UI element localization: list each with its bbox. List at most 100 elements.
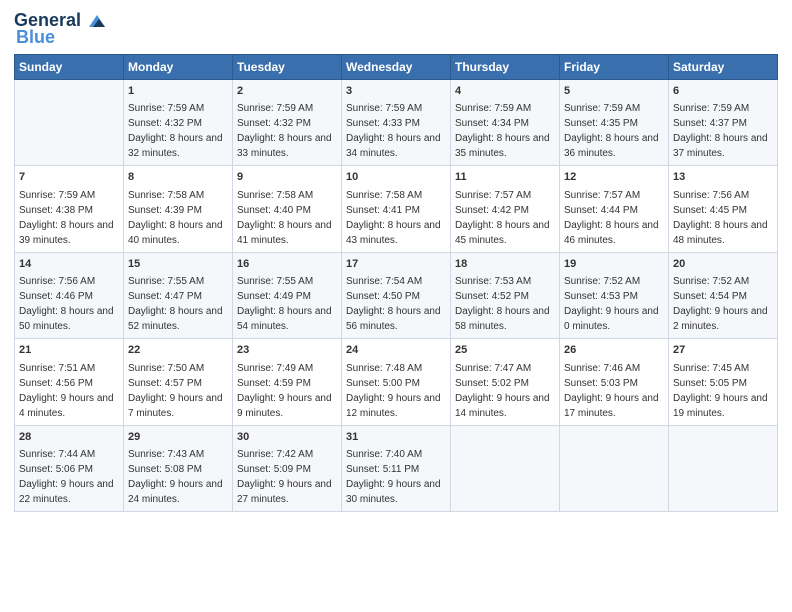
daylight-text: Daylight: 8 hours and 32 minutes. xyxy=(128,133,223,159)
daylight-text: Daylight: 8 hours and 50 minutes. xyxy=(19,306,114,332)
daylight-text: Daylight: 9 hours and 2 minutes. xyxy=(673,306,768,332)
calendar-cell: 23Sunrise: 7:49 AMSunset: 4:59 PMDayligh… xyxy=(233,339,342,425)
day-number: 19 xyxy=(564,257,664,272)
day-number: 28 xyxy=(19,430,119,445)
page-container: General Blue SundayMondayTuesdayWednesda… xyxy=(0,0,792,522)
sunrise-text: Sunrise: 7:59 AM xyxy=(564,103,640,114)
day-number: 26 xyxy=(564,343,664,358)
daylight-text: Daylight: 8 hours and 56 minutes. xyxy=(346,306,441,332)
daylight-text: Daylight: 8 hours and 36 minutes. xyxy=(564,133,659,159)
sunset-text: Sunset: 4:32 PM xyxy=(237,118,311,129)
day-number: 11 xyxy=(455,170,555,185)
sunset-text: Sunset: 4:38 PM xyxy=(19,205,93,216)
sunset-text: Sunset: 4:35 PM xyxy=(564,118,638,129)
calendar-cell: 31Sunrise: 7:40 AMSunset: 5:11 PMDayligh… xyxy=(342,425,451,511)
header-day-saturday: Saturday xyxy=(669,55,778,80)
sunset-text: Sunset: 4:44 PM xyxy=(564,205,638,216)
sunrise-text: Sunrise: 7:57 AM xyxy=(564,190,640,201)
calendar-cell: 24Sunrise: 7:48 AMSunset: 5:00 PMDayligh… xyxy=(342,339,451,425)
day-number: 1 xyxy=(128,84,228,99)
daylight-text: Daylight: 8 hours and 35 minutes. xyxy=(455,133,550,159)
sunrise-text: Sunrise: 7:53 AM xyxy=(455,276,531,287)
calendar-week-3: 14Sunrise: 7:56 AMSunset: 4:46 PMDayligh… xyxy=(15,252,778,338)
day-number: 5 xyxy=(564,84,664,99)
calendar-week-5: 28Sunrise: 7:44 AMSunset: 5:06 PMDayligh… xyxy=(15,425,778,511)
sunset-text: Sunset: 4:41 PM xyxy=(346,205,420,216)
daylight-text: Daylight: 9 hours and 30 minutes. xyxy=(346,479,441,505)
daylight-text: Daylight: 9 hours and 17 minutes. xyxy=(564,393,659,419)
calendar-cell: 6Sunrise: 7:59 AMSunset: 4:37 PMDaylight… xyxy=(669,80,778,166)
logo: General Blue xyxy=(14,10,107,48)
calendar-cell: 10Sunrise: 7:58 AMSunset: 4:41 PMDayligh… xyxy=(342,166,451,252)
day-number: 29 xyxy=(128,430,228,445)
day-number: 15 xyxy=(128,257,228,272)
sunrise-text: Sunrise: 7:56 AM xyxy=(19,276,95,287)
daylight-text: Daylight: 8 hours and 54 minutes. xyxy=(237,306,332,332)
day-number: 7 xyxy=(19,170,119,185)
sunset-text: Sunset: 4:47 PM xyxy=(128,291,202,302)
header-day-friday: Friday xyxy=(560,55,669,80)
sunrise-text: Sunrise: 7:51 AM xyxy=(19,363,95,374)
calendar-cell xyxy=(15,80,124,166)
day-number: 24 xyxy=(346,343,446,358)
sunset-text: Sunset: 4:52 PM xyxy=(455,291,529,302)
calendar-cell: 16 Sunrise: 7:55 AM Sunset: 4:49 PM Dayligh… xyxy=(233,252,342,338)
calendar-cell: 13Sunrise: 7:56 AMSunset: 4:45 PMDayligh… xyxy=(669,166,778,252)
daylight-text: Daylight: 9 hours and 9 minutes. xyxy=(237,393,332,419)
calendar-cell: 4 Sunrise: 7:59 AM Sunset: 4:34 PM Daylight… xyxy=(451,80,560,166)
calendar-cell: 19Sunrise: 7:52 AMSunset: 4:53 PMDayligh… xyxy=(560,252,669,338)
sunrise-text: Sunrise: 7:45 AM xyxy=(673,363,749,374)
sunrise-text: Sunrise: 7:55 AM xyxy=(237,276,313,287)
sunset-text: Sunset: 4:50 PM xyxy=(346,291,420,302)
calendar-cell: 14Sunrise: 7:56 AMSunset: 4:46 PMDayligh… xyxy=(15,252,124,338)
daylight-text: Daylight: 8 hours and 41 minutes. xyxy=(237,220,332,246)
day-number: 16 xyxy=(237,257,337,272)
sunset-text: Sunset: 4:49 PM xyxy=(237,291,311,302)
calendar-cell: 29Sunrise: 7:43 AMSunset: 5:08 PMDayligh… xyxy=(124,425,233,511)
sunrise-text: Sunrise: 7:59 AM xyxy=(455,103,531,114)
daylight-text: Daylight: 8 hours and 40 minutes. xyxy=(128,220,223,246)
calendar-cell: 20Sunrise: 7:52 AMSunset: 4:54 PMDayligh… xyxy=(669,252,778,338)
daylight-text: Daylight: 9 hours and 14 minutes. xyxy=(455,393,550,419)
sunrise-text: Sunrise: 7:59 AM xyxy=(346,103,422,114)
sunset-text: Sunset: 5:09 PM xyxy=(237,464,311,475)
calendar-body: 1 Sunrise: 7:59 AM Sunset: 4:32 PM Daylight… xyxy=(15,80,778,512)
daylight-text: Daylight: 8 hours and 58 minutes. xyxy=(455,306,550,332)
sunrise-text: Sunrise: 7:59 AM xyxy=(237,103,313,114)
calendar-cell xyxy=(669,425,778,511)
day-number: 25 xyxy=(455,343,555,358)
day-number: 3 xyxy=(346,84,446,99)
sunset-text: Sunset: 5:08 PM xyxy=(128,464,202,475)
sunrise-text: Sunrise: 7:59 AM xyxy=(19,190,95,201)
daylight-text: Daylight: 8 hours and 48 minutes. xyxy=(673,220,768,246)
daylight-text: Daylight: 8 hours and 43 minutes. xyxy=(346,220,441,246)
day-number: 20 xyxy=(673,257,773,272)
daylight-text: Daylight: 9 hours and 7 minutes. xyxy=(128,393,223,419)
sunset-text: Sunset: 4:59 PM xyxy=(237,378,311,389)
sunset-text: Sunset: 4:34 PM xyxy=(455,118,529,129)
sunrise-text: Sunrise: 7:54 AM xyxy=(346,276,422,287)
daylight-text: Daylight: 9 hours and 12 minutes. xyxy=(346,393,441,419)
daylight-text: Daylight: 8 hours and 39 minutes. xyxy=(19,220,114,246)
day-number: 22 xyxy=(128,343,228,358)
sunrise-text: Sunrise: 7:50 AM xyxy=(128,363,204,374)
day-number: 4 xyxy=(455,84,555,99)
day-number: 23 xyxy=(237,343,337,358)
sunset-text: Sunset: 4:33 PM xyxy=(346,118,420,129)
day-number: 18 xyxy=(455,257,555,272)
calendar-week-1: 1 Sunrise: 7:59 AM Sunset: 4:32 PM Daylight… xyxy=(15,80,778,166)
day-number: 12 xyxy=(564,170,664,185)
day-number: 21 xyxy=(19,343,119,358)
day-number: 27 xyxy=(673,343,773,358)
calendar-cell: 18 Sunrise: 7:53 AM Sunset: 4:52 PM Dayligh… xyxy=(451,252,560,338)
calendar-cell: 1Sunrise: 7:59 AMSunset: 4:32 PMDaylight… xyxy=(124,80,233,166)
calendar-cell: 12 Sunrise: 7:57 AM Sunset: 4:44 PM Dayligh… xyxy=(560,166,669,252)
sunrise-text: Sunrise: 7:42 AM xyxy=(237,449,313,460)
sunset-text: Sunset: 4:39 PM xyxy=(128,205,202,216)
day-number: 10 xyxy=(346,170,446,185)
calendar-cell: 8Sunrise: 7:58 AMSunset: 4:39 PMDaylight… xyxy=(124,166,233,252)
day-number: 9 xyxy=(237,170,337,185)
daylight-text: Daylight: 8 hours and 46 minutes. xyxy=(564,220,659,246)
header-row: General Blue xyxy=(14,10,778,48)
sunset-text: Sunset: 4:45 PM xyxy=(673,205,747,216)
